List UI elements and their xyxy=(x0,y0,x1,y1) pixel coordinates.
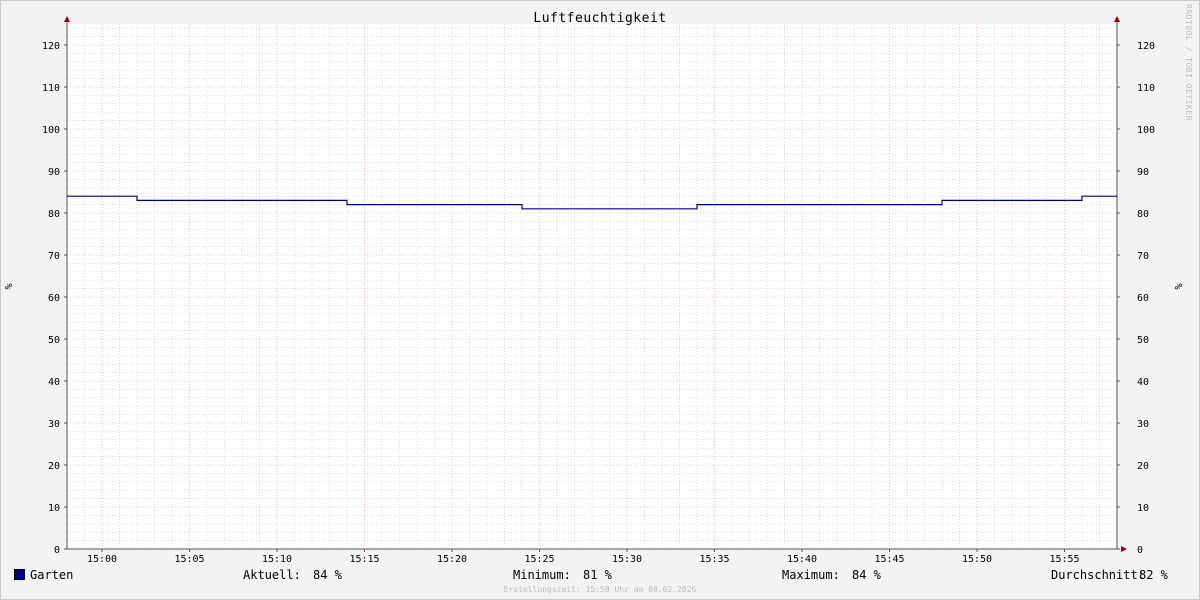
legend-avg-value: 82 % xyxy=(1139,568,1168,582)
x-tick-label: 15:05 xyxy=(174,554,204,565)
x-axis-arrow xyxy=(1121,546,1127,552)
y-tick-label: 50 xyxy=(48,335,60,346)
y-tick-label: 80 xyxy=(48,209,60,220)
y-tick-label-right: 40 xyxy=(1137,377,1149,388)
y-tick-label: 70 xyxy=(48,251,60,262)
y-tick-label: 10 xyxy=(48,503,60,514)
legend-current-label: Aktuell: xyxy=(243,568,301,582)
watermark: RRDTOOL / TOBI OETIKER xyxy=(1184,4,1193,121)
x-tick-label: 15:55 xyxy=(1049,554,1079,565)
y-tick-label: 110 xyxy=(42,83,60,94)
legend-max-value: 84 % xyxy=(852,568,881,582)
y-tick-label: 120 xyxy=(42,41,60,52)
legend-max-label: Maximum: xyxy=(782,568,840,582)
x-tick-label: 15:35 xyxy=(699,554,729,565)
legend-swatch xyxy=(14,569,25,580)
y-tick-label: 100 xyxy=(42,125,60,136)
y-tick-label: 40 xyxy=(48,377,60,388)
legend-min-value: 81 % xyxy=(583,568,612,582)
y-tick-label: 20 xyxy=(48,461,60,472)
y-axis-label-left: % xyxy=(4,283,15,289)
x-tick-label: 15:50 xyxy=(962,554,992,565)
y-tick-label-right: 90 xyxy=(1137,167,1149,178)
y-tick-label-right: 60 xyxy=(1137,293,1149,304)
chart-area: 15:00 15:05 15:10 15:15 15:20 15:25 15:30 15:35… xyxy=(4,16,1185,565)
y-tick-label: 0 xyxy=(54,545,60,556)
x-tick-label: 15:45 xyxy=(874,554,904,565)
legend-avg-label: Durchschnitt: xyxy=(1051,568,1145,582)
y-tick-label-right: 10 xyxy=(1137,503,1149,514)
y-tick-label: 30 xyxy=(48,419,60,430)
y-tick-label-right: 120 xyxy=(1137,41,1155,52)
x-tick-label: 15:10 xyxy=(262,554,292,565)
x-tick-label: 15:30 xyxy=(612,554,642,565)
y-tick-label: 90 xyxy=(48,167,60,178)
y-tick-label-right: 20 xyxy=(1137,461,1149,472)
chart-title: Luftfeuchtigkeit xyxy=(533,11,667,26)
x-tick-label: 15:40 xyxy=(787,554,817,565)
legend-min-label: Minimum: xyxy=(513,568,571,582)
y-tick-label-right: 100 xyxy=(1137,125,1155,136)
legend: Garten Aktuell: 84 % Minimum: 81 % Maxim… xyxy=(14,568,1186,584)
x-tick-label: 15:25 xyxy=(524,554,554,565)
y-tick-label-right: 0 xyxy=(1137,545,1143,556)
y-tick-label-right: 30 xyxy=(1137,419,1149,430)
y-tick-label-right: 80 xyxy=(1137,209,1149,220)
y-tick-label: 60 xyxy=(48,293,60,304)
y-tick-label-right: 50 xyxy=(1137,335,1149,346)
x-tick-label: 15:15 xyxy=(349,554,379,565)
legend-series-name: Garten xyxy=(30,568,74,582)
x-tick-label: 15:00 xyxy=(87,554,117,565)
x-tick-label: 15:20 xyxy=(437,554,467,565)
creation-time: Erstellungszeit: 15:58 Uhr am 08.02.2026 xyxy=(503,585,697,594)
y-axis-label-right: % xyxy=(1174,283,1185,289)
legend-current-value: 84 % xyxy=(313,568,342,582)
y-tick-label-right: 110 xyxy=(1137,83,1155,94)
y-tick-label-right: 70 xyxy=(1137,251,1149,262)
